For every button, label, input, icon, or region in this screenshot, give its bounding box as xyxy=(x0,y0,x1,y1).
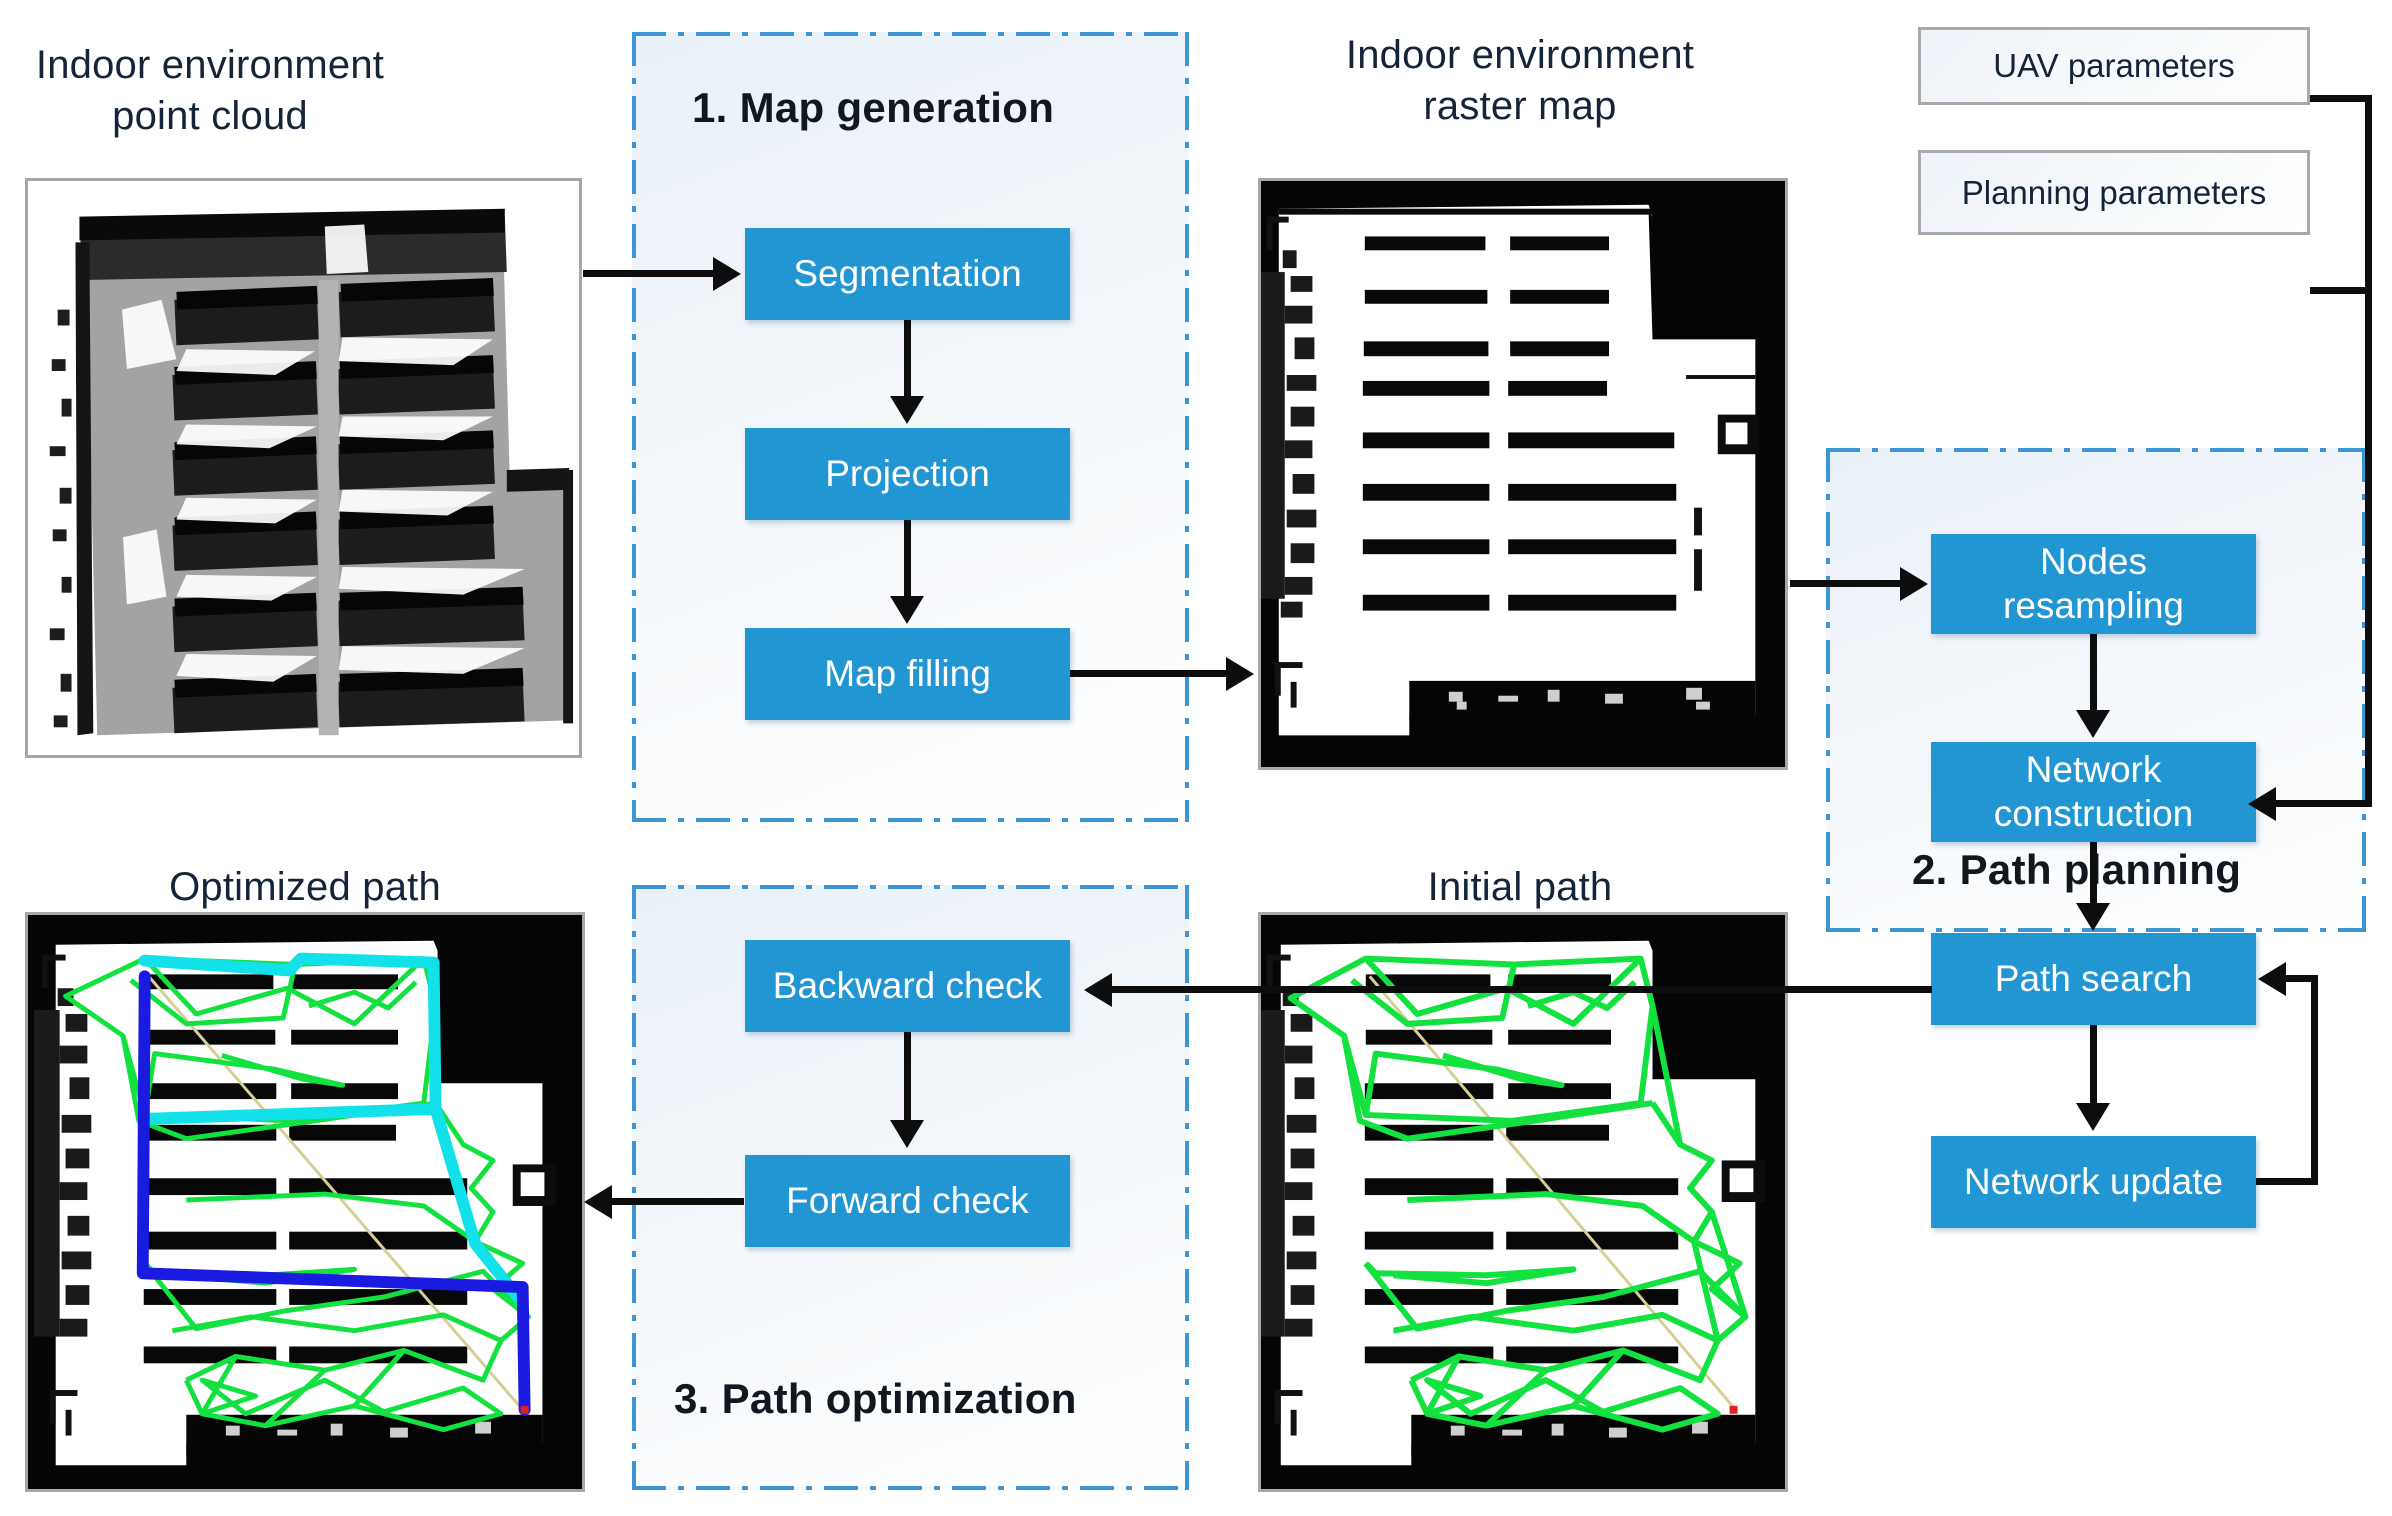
caption-optimized-path: Optimized path xyxy=(169,865,441,909)
line-parameters-to-networkconstruction xyxy=(2276,800,2372,807)
group-border-top xyxy=(1826,448,2366,452)
step-network-update[interactable]: Network update xyxy=(1931,1136,2256,1228)
group-border-bottom xyxy=(632,818,1189,822)
arrowhead-backwardcheck xyxy=(1084,973,1112,1007)
arrow-nodesresampling-to-networkconstruction xyxy=(2090,634,2097,712)
feedback-networkupdate-vertical xyxy=(2311,975,2318,1182)
arrow-forwardcheck-to-optimizedpath xyxy=(612,1198,744,1205)
arrowhead-segmentation xyxy=(713,257,741,291)
feedback-networkupdate-horizontal xyxy=(2256,1178,2318,1185)
feedback-to-pathsearch-horizontal xyxy=(2286,975,2318,982)
arrowhead-mapfilling xyxy=(890,596,924,624)
line-parameters-trunk xyxy=(2365,95,2372,807)
optimized-path-artwork xyxy=(28,915,582,1489)
group-border-top xyxy=(632,885,1189,889)
arrow-segmentation-to-projection xyxy=(904,320,911,398)
arrowhead-pathsearch xyxy=(2076,903,2110,931)
initial-path-artwork xyxy=(1261,915,1785,1489)
point-cloud-image xyxy=(25,178,582,758)
group-title-path-planning: 2. Path planning xyxy=(1912,846,2242,893)
planning-parameters-box[interactable]: Planning parameters xyxy=(1918,150,2310,235)
arrowhead-pathsearch-feedback xyxy=(2258,962,2286,996)
group-border-top xyxy=(632,32,1189,36)
group-border-left xyxy=(632,885,636,1490)
arrowhead-forwardcheck xyxy=(890,1120,924,1148)
arrow-backwardcheck-to-forwardcheck xyxy=(904,1032,911,1122)
diagram-canvas: Indoor environment point cloud Indoor en… xyxy=(0,0,2392,1516)
raster-map-image xyxy=(1258,178,1788,770)
arrowhead-networkupdate xyxy=(2076,1103,2110,1131)
arrow-rastermap-to-nodesresampling xyxy=(1790,580,1902,587)
caption-point-cloud: Indoor environment point cloud xyxy=(35,43,385,139)
arrowhead-optimizedpath xyxy=(584,1185,612,1219)
arrow-pathsearch-to-backwardcheck xyxy=(1112,986,1932,993)
arrowhead-networkconstruction xyxy=(2076,710,2110,738)
initial-path-image xyxy=(1258,912,1788,1492)
caption-initial-path: Initial path xyxy=(1427,865,1613,909)
group-border-right xyxy=(1185,885,1189,1490)
caption-raster-map: Indoor environment raster map xyxy=(1345,33,1695,129)
arrow-mapfilling-to-rastermap xyxy=(1070,670,1228,677)
step-nodes-resampling[interactable]: Nodes resampling xyxy=(1931,534,2256,634)
optimized-path-image xyxy=(25,912,585,1492)
group-title-map-generation: 1. Map generation xyxy=(692,84,1055,131)
arrowhead-nodesresampling xyxy=(1900,567,1928,601)
arrow-pointcloud-to-segmentation xyxy=(583,270,715,277)
arrowhead-projection xyxy=(890,396,924,424)
arrowhead-rastermap xyxy=(1226,657,1254,691)
step-map-filling[interactable]: Map filling xyxy=(745,628,1070,720)
arrow-projection-to-mapfilling xyxy=(904,520,911,598)
step-backward-check[interactable]: Backward check xyxy=(745,940,1070,1032)
arrow-pathsearch-to-networkupdate xyxy=(2090,1025,2097,1105)
raster-map-artwork xyxy=(1261,181,1785,767)
group-title-path-optimization: 3. Path optimization xyxy=(674,1375,1077,1422)
group-border-bottom xyxy=(632,1486,1189,1490)
step-projection[interactable]: Projection xyxy=(745,428,1070,520)
step-path-search[interactable]: Path search xyxy=(1931,933,2256,1025)
point-cloud-artwork xyxy=(28,181,579,755)
group-border-right xyxy=(1185,32,1189,822)
group-border-left xyxy=(632,32,636,822)
step-network-construction[interactable]: Network construction xyxy=(1931,742,2256,842)
arrowhead-networkconstruction-params xyxy=(2248,787,2276,821)
line-planning-parameters xyxy=(2310,287,2372,294)
step-segmentation[interactable]: Segmentation xyxy=(745,228,1070,320)
group-border-left xyxy=(1826,448,1830,932)
uav-parameters-box[interactable]: UAV parameters xyxy=(1918,27,2310,105)
line-uav-parameters xyxy=(2310,95,2372,102)
arrow-networkconstruction-to-pathsearch xyxy=(2090,842,2097,906)
step-forward-check[interactable]: Forward check xyxy=(745,1155,1070,1247)
